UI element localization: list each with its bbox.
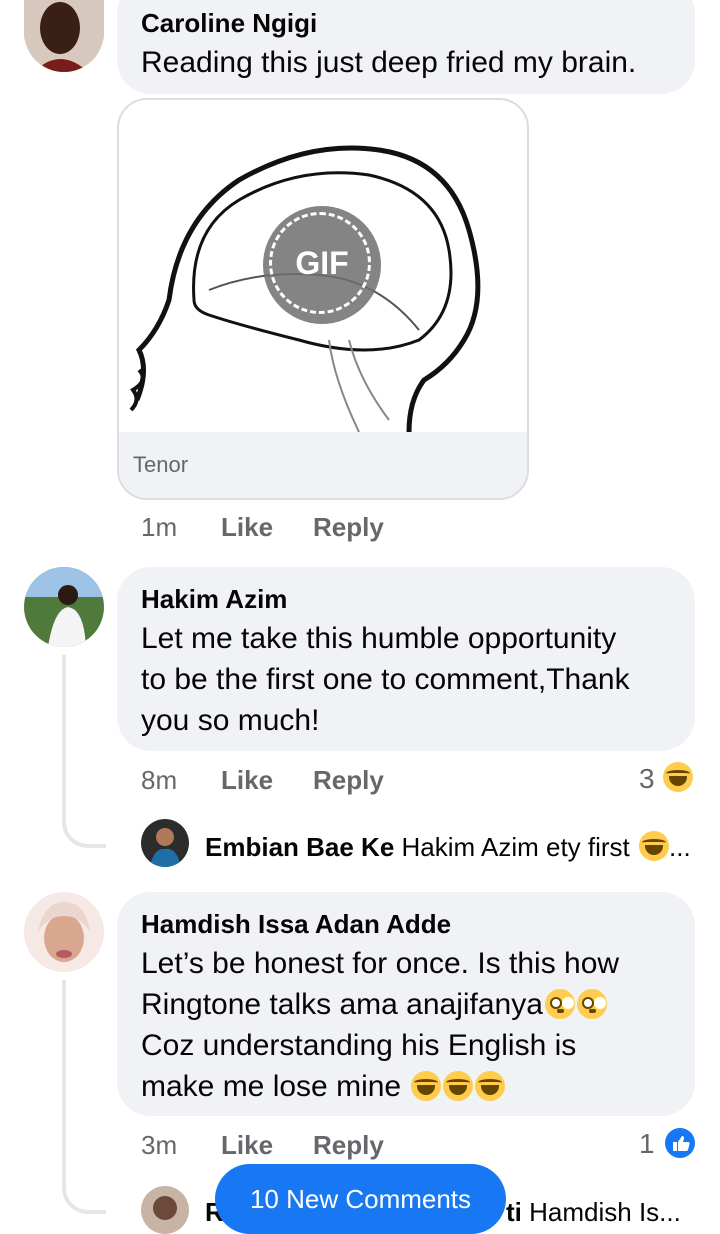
avatar-hamdish[interactable]: [24, 892, 104, 972]
comment-text-line: Ringtone talks ama anajifanya: [141, 984, 607, 1025]
gif-attachment[interactable]: GIF Tenor: [117, 98, 529, 500]
avatar-caroline[interactable]: [24, 0, 104, 72]
thread-connector: [62, 790, 106, 848]
like-button[interactable]: Like: [221, 765, 273, 796]
avatar-image: [141, 1186, 189, 1234]
gif-footer: Tenor: [119, 432, 527, 498]
comment-time: 8m: [141, 765, 178, 795]
new-comments-button[interactable]: 10 New Comments: [215, 1164, 506, 1234]
gif-source[interactable]: Tenor: [133, 452, 188, 478]
reply-author[interactable]: Embian Bae Ke: [205, 832, 394, 862]
laughing-emoji-icon: [639, 831, 670, 861]
comment-text: Reading this just deep fried my brain.: [141, 46, 637, 79]
laughing-emoji-icon: [663, 762, 693, 792]
laughing-emoji-icon: [443, 1071, 474, 1101]
flushed-emoji-icon: [576, 989, 607, 1019]
avatar-image: [24, 0, 104, 72]
thread-connector: [62, 1160, 106, 1214]
comment-author[interactable]: Hakim Azim: [141, 584, 287, 615]
reply-preview[interactable]: Embian Bae Ke Hakim Azim ety first ...: [205, 831, 691, 863]
flushed-emoji-icon: [544, 989, 575, 1019]
reply-button[interactable]: Reply: [313, 512, 384, 543]
haha-icon[interactable]: [663, 762, 693, 792]
comment-text-line: Let me take this humble opportunity: [141, 622, 617, 655]
comment-text-line: Coz understanding his English is: [141, 1029, 577, 1062]
reply-ellipsis: ...: [669, 832, 691, 862]
reaction-count[interactable]: 1: [639, 1128, 655, 1160]
reply-button[interactable]: Reply: [313, 765, 384, 796]
laughing-emoji-icon: [475, 1071, 506, 1101]
comment-text-fragment: make me lose mine: [141, 1070, 410, 1103]
like-button[interactable]: Like: [221, 512, 273, 543]
comment-text-fragment: Ringtone talks ama anajifanya: [141, 988, 543, 1021]
comment-time: 3m: [141, 1130, 178, 1160]
comment-text-line: Let’s be honest for once. Is this how: [141, 947, 620, 980]
reply-preview[interactable]: ti Hamdish Is...: [506, 1197, 681, 1228]
reaction-count[interactable]: 3: [639, 763, 655, 795]
avatar-image: [24, 567, 104, 647]
avatar-embian[interactable]: [141, 819, 189, 867]
gif-badge-label: GIF: [295, 245, 349, 281]
comment-author[interactable]: Caroline Ngigi: [141, 8, 317, 39]
comment-text-line: to be the first one to comment,Thank: [141, 663, 630, 696]
laughing-emoji-icon: [411, 1071, 442, 1101]
reply-author-tail[interactable]: ti: [506, 1197, 522, 1227]
avatar-image: [141, 819, 189, 867]
comment-time: 1m: [141, 512, 178, 542]
avatar-hakim[interactable]: [24, 567, 104, 647]
reply-text: Hakim Azim ety first: [401, 832, 630, 862]
like-button[interactable]: Like: [221, 1130, 273, 1161]
reply-button[interactable]: Reply: [313, 1130, 384, 1161]
comment-author[interactable]: Hamdish Issa Adan Adde: [141, 909, 451, 940]
comment-text-line: make me lose mine: [141, 1066, 506, 1107]
gif-play-badge[interactable]: GIF: [263, 206, 381, 324]
like-icon[interactable]: [665, 1128, 695, 1158]
thumbs-up-icon: [673, 1136, 690, 1151]
reply-text: Hamdish Is...: [529, 1197, 681, 1227]
thread-line: [62, 980, 66, 1170]
avatar-image: [24, 892, 104, 972]
avatar-reply-user[interactable]: [141, 1186, 189, 1234]
comment-text-line: you so much!: [141, 704, 320, 737]
